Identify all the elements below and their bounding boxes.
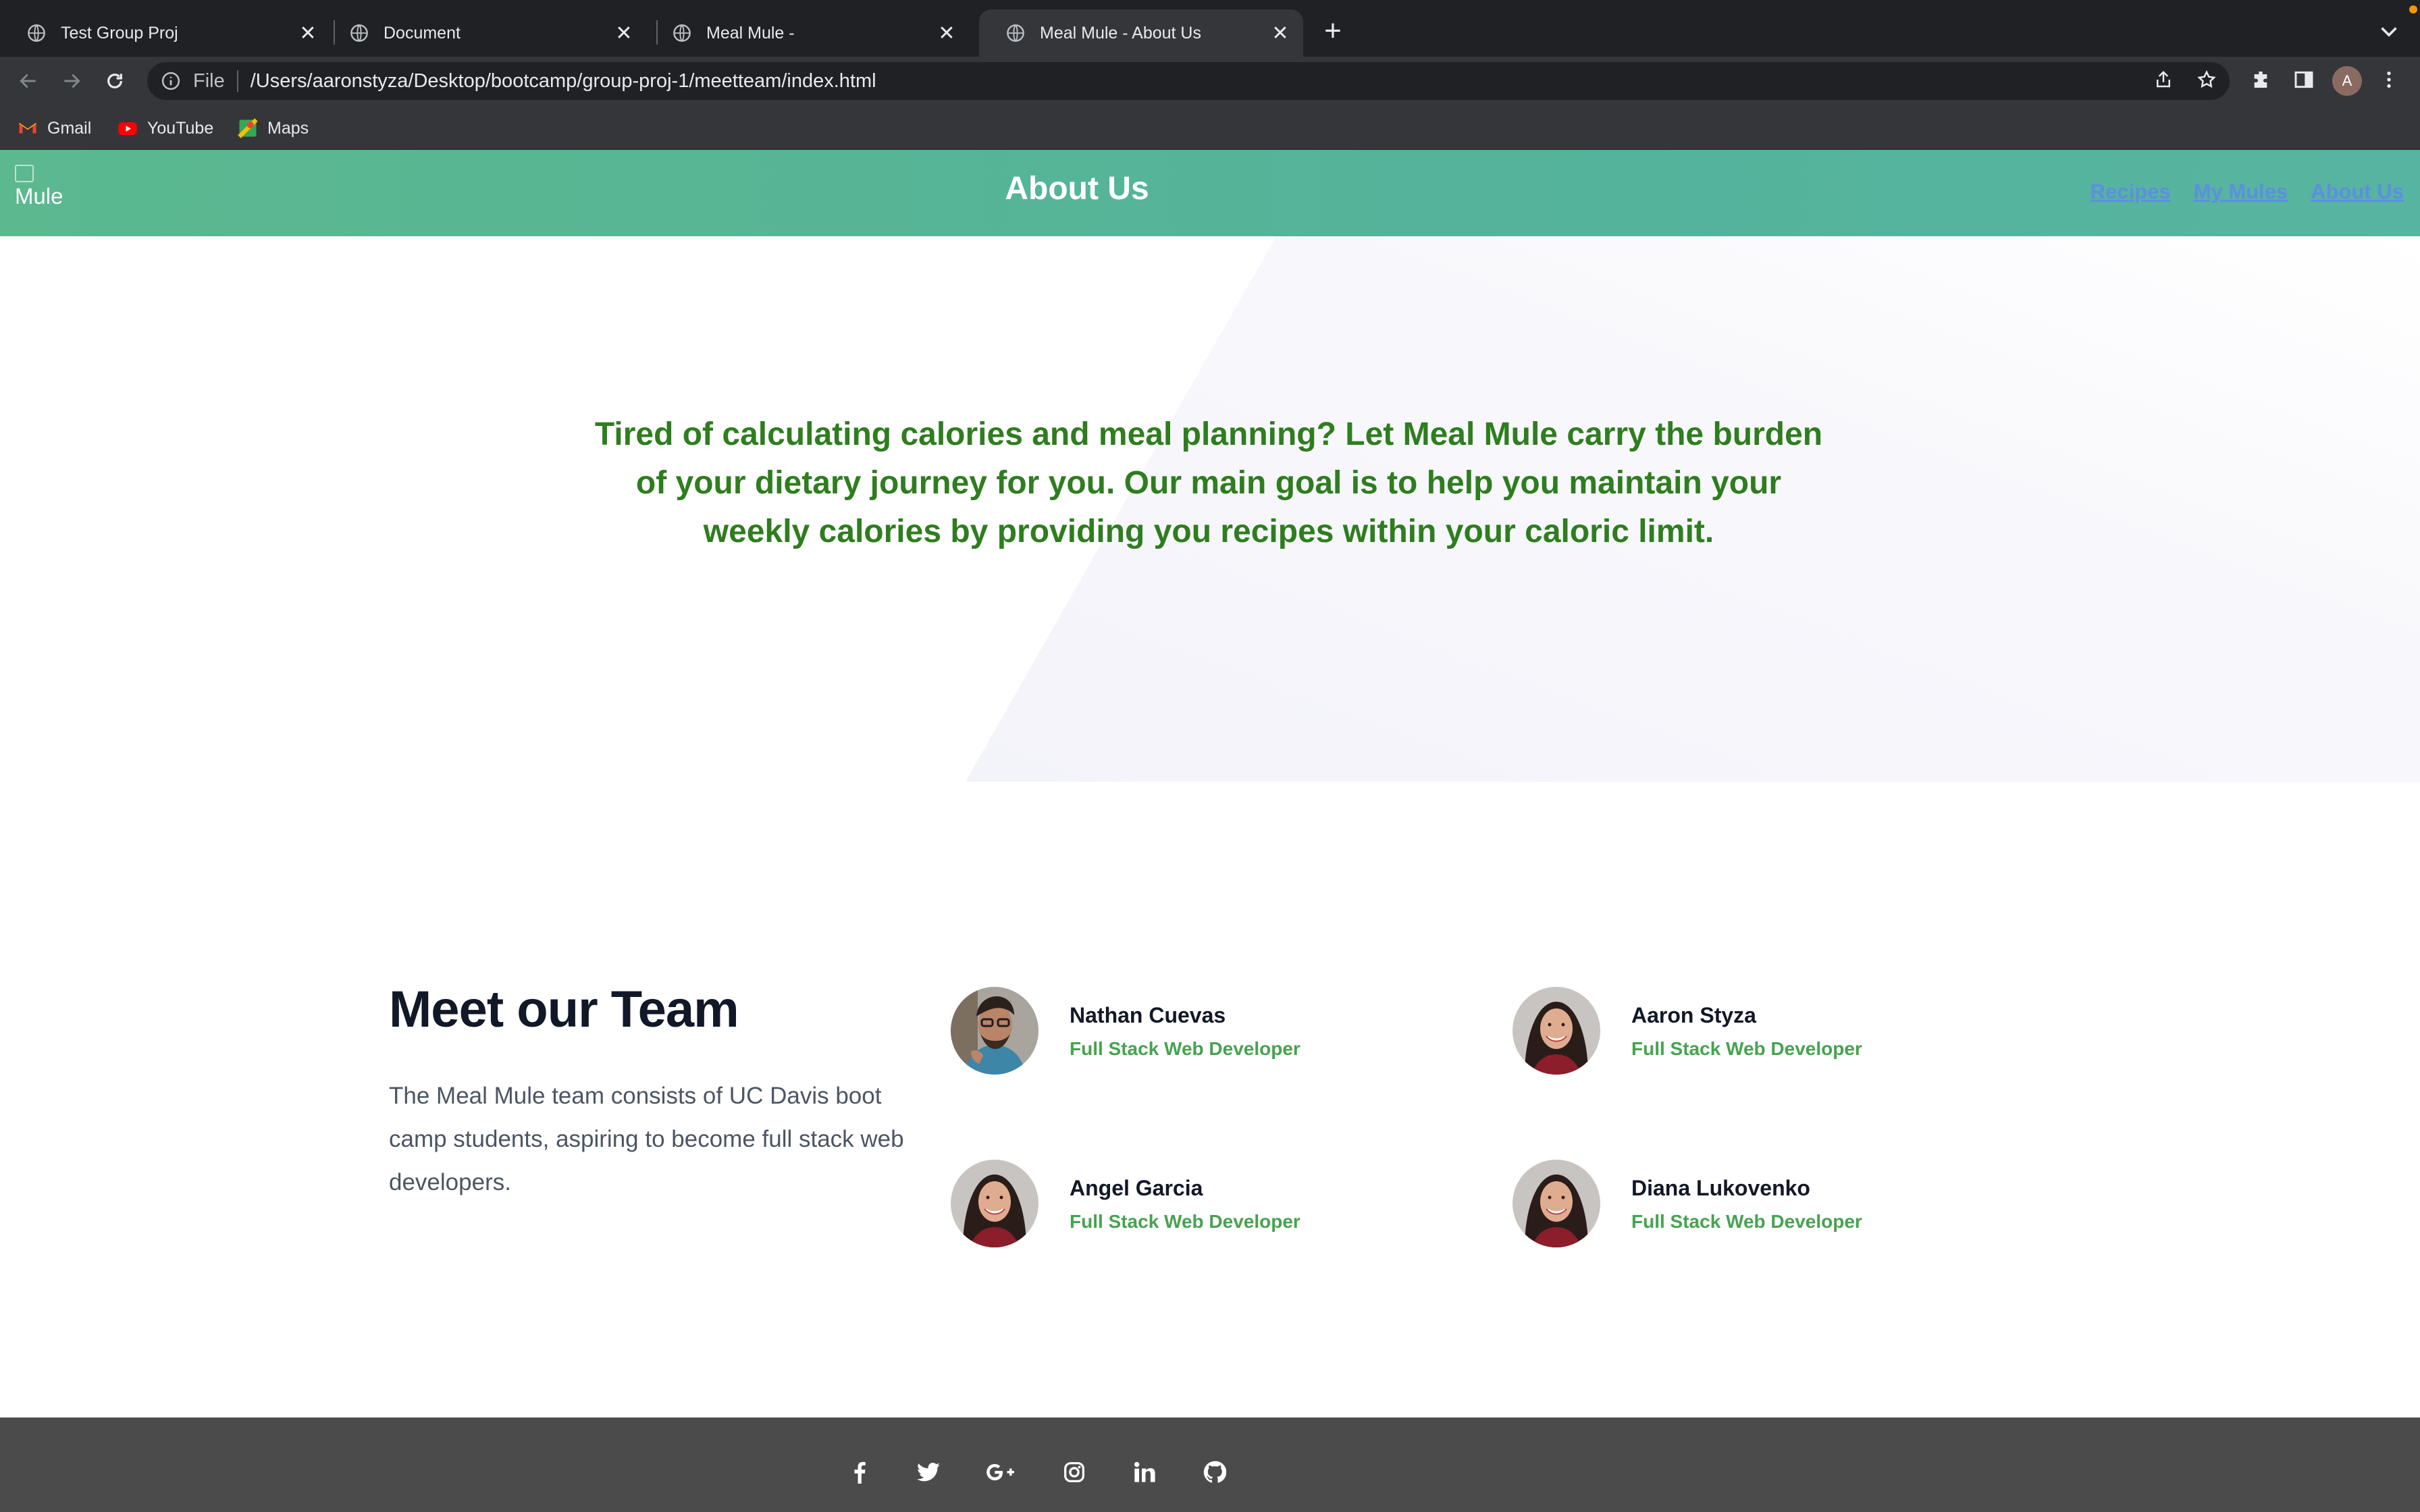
avatar: [1512, 1160, 1600, 1247]
site-header: Mule About Us Recipes My Mules About Us: [0, 150, 2420, 236]
member-role: Full Stack Web Developer: [1631, 1211, 1862, 1232]
reload-icon: [107, 74, 122, 88]
tab-meal-mule[interactable]: Meal Mule - ✕: [646, 9, 970, 57]
bookmark-label: Gmail: [47, 118, 92, 138]
close-icon[interactable]: ✕: [294, 20, 321, 47]
tab-title: Document: [384, 23, 461, 43]
info-icon[interactable]: [161, 71, 181, 91]
member-name: Nathan Cuevas: [1070, 1003, 1226, 1027]
hero-section: Tired of calculating calories and meal p…: [0, 236, 2420, 782]
site-logo[interactable]: Mule: [15, 165, 69, 219]
globe-icon: [1007, 24, 1024, 42]
url-text[interactable]: /Users/aaronstyza/Desktop/bootcamp/group…: [251, 70, 876, 92]
avatar: [951, 987, 1038, 1075]
member-name: Aaron Styza: [1631, 1003, 1756, 1027]
tab-document[interactable]: Document ✕: [323, 9, 647, 57]
twitter-icon[interactable]: [914, 1458, 943, 1486]
avatar: [1512, 987, 1600, 1075]
kebab-menu-icon: [2387, 72, 2391, 88]
bookmark-youtube[interactable]: YouTube: [117, 115, 213, 142]
member-name: Angel Garcia: [1070, 1176, 1203, 1200]
page-title: About Us: [1005, 171, 1149, 207]
bookmark-gmail[interactable]: Gmail: [18, 115, 91, 142]
star-icon: [2197, 70, 2216, 88]
member-role: Full Stack Web Developer: [1631, 1038, 1862, 1059]
team-heading: Meet our Team: [389, 981, 739, 1038]
facebook-icon[interactable]: [845, 1458, 874, 1486]
tab-title: Meal Mule -: [706, 23, 795, 43]
gmail-icon: [19, 122, 36, 134]
browser-toolbar: File /Users/aaronstyza/Desktop/bootcamp/…: [0, 57, 2420, 105]
bookmark-label: Maps: [267, 118, 309, 138]
team-member-card: Angel Garcia Full Stack Web Developer: [951, 1160, 1464, 1247]
tab-title: Meal Mule - About Us: [1040, 23, 1201, 43]
maps-icon: [238, 118, 258, 138]
close-icon[interactable]: ✕: [933, 20, 960, 47]
nav-link-recipes[interactable]: Recipes: [2090, 180, 2171, 204]
share-button[interactable]: [2150, 66, 2177, 93]
team-member-card: Nathan Cuevas Full Stack Web Developer: [951, 987, 1464, 1075]
side-panel-button[interactable]: [2290, 66, 2317, 93]
forward-button[interactable]: [57, 66, 86, 96]
team-description: The Meal Mule team consists of UC Davis …: [389, 1083, 904, 1195]
bookmarks-bar: Gmail YouTube Maps: [0, 105, 2420, 150]
person-photo-woman: [1512, 987, 1600, 1075]
team-member-card: Diana Lukovenko Full Stack Web Developer: [1512, 1160, 2026, 1247]
nav-link-about-us[interactable]: About Us: [2311, 180, 2404, 204]
browser-tab-strip: Test Group Proj ✕ Document ✕ Meal Mule -…: [0, 0, 2420, 57]
tab-title: Test Group Proj: [61, 23, 178, 43]
bookmark-label: YouTube: [147, 118, 214, 138]
divider: [236, 70, 238, 92]
google-plus-icon[interactable]: [986, 1458, 1014, 1486]
globe-icon: [673, 24, 691, 42]
bookmark-maps[interactable]: Maps: [238, 115, 309, 142]
arrow-left-icon: [20, 74, 36, 88]
person-photo-woman: [1512, 1160, 1600, 1247]
broken-image-icon: [15, 165, 34, 182]
puzzle-icon: [2254, 72, 2267, 88]
instagram-icon[interactable]: [1060, 1458, 1088, 1486]
main-nav: Recipes My Mules About Us: [2090, 180, 2404, 204]
globe-icon: [350, 24, 368, 42]
extensions-button[interactable]: [2247, 66, 2274, 93]
site-footer: [0, 1418, 2420, 1512]
address-bar[interactable]: File /Users/aaronstyza/Desktop/bootcamp/…: [147, 62, 2230, 100]
chevron-down-icon[interactable]: [2377, 19, 2401, 43]
browser-menu-button[interactable]: [2375, 66, 2402, 93]
youtube-icon: [118, 122, 137, 135]
logo-alt-text: Mule: [15, 184, 63, 209]
arrow-right-icon: [64, 74, 80, 88]
side-panel-icon: [2294, 71, 2313, 88]
team-member-card: Aaron Styza Full Stack Web Developer: [1512, 987, 2026, 1075]
close-icon[interactable]: ✕: [610, 20, 637, 47]
reload-button[interactable]: [100, 66, 130, 96]
mission-statement: Tired of calculating calories and meal p…: [594, 416, 1823, 549]
new-tab-button[interactable]: +: [1318, 16, 1348, 47]
avatar: [951, 1160, 1038, 1247]
share-icon: [2157, 70, 2170, 88]
tab-test-group-proj[interactable]: Test Group Proj ✕: [0, 9, 331, 57]
github-icon[interactable]: [1201, 1458, 1229, 1486]
profile-avatar[interactable]: A: [2332, 66, 2362, 96]
bookmark-star-button[interactable]: [2193, 66, 2220, 93]
member-role: Full Stack Web Developer: [1070, 1211, 1300, 1232]
member-name: Diana Lukovenko: [1631, 1176, 1810, 1200]
globe-icon: [28, 24, 45, 42]
member-role: Full Stack Web Developer: [1070, 1038, 1300, 1059]
close-icon[interactable]: ✕: [1267, 20, 1294, 47]
back-button[interactable]: [14, 66, 43, 96]
person-photo-man: [951, 987, 1038, 1075]
person-photo-woman: [951, 1160, 1038, 1247]
tab-meal-mule-about-us[interactable]: Meal Mule - About Us ✕: [979, 9, 1303, 57]
nav-link-my-mules[interactable]: My Mules: [2194, 180, 2288, 204]
scheme-label: File: [193, 70, 225, 92]
notification-dot: [2409, 5, 2417, 14]
linkedin-icon[interactable]: [1130, 1458, 1159, 1486]
